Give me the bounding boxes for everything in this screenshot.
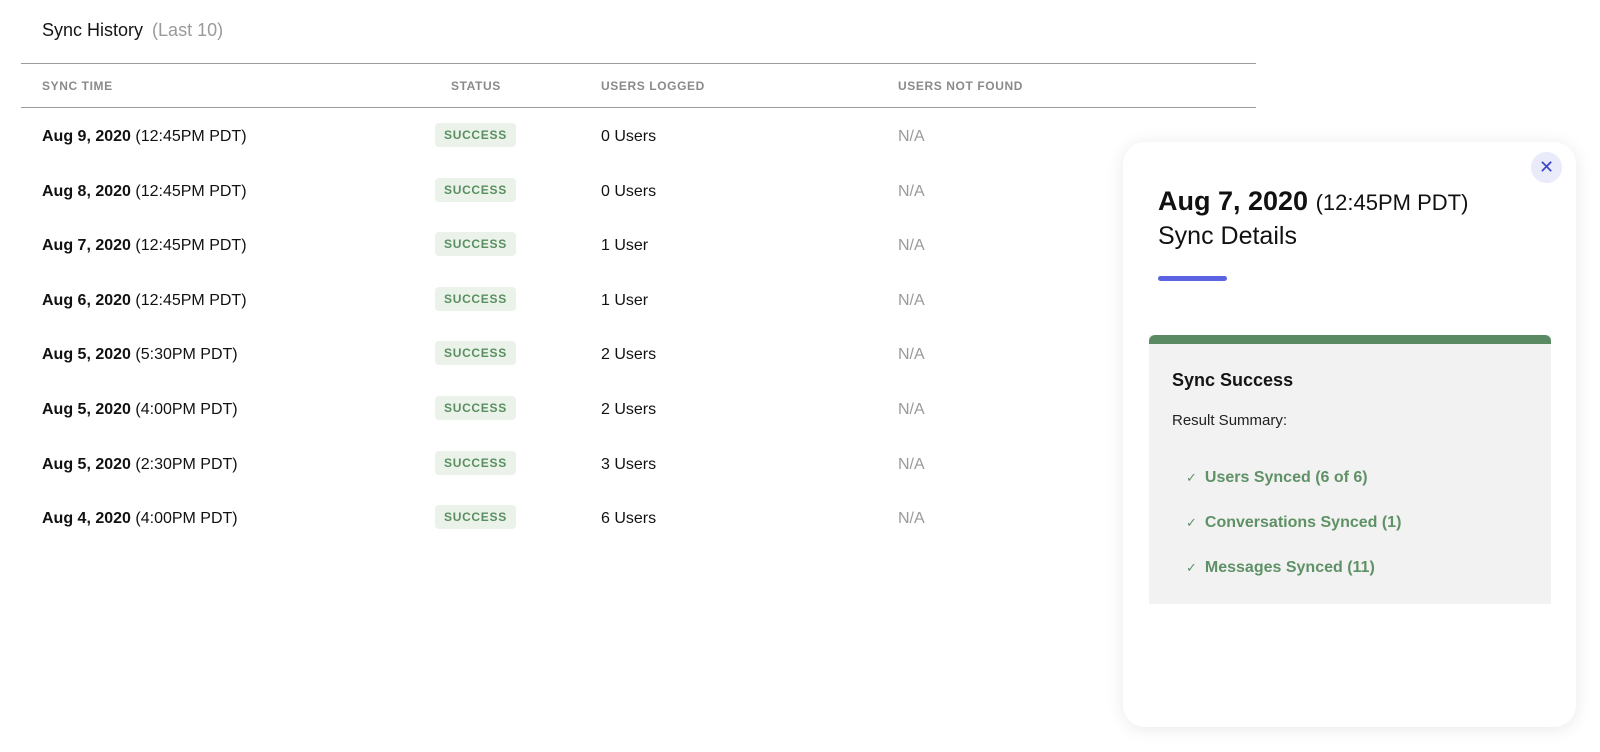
- sync-history-title: Sync History: [42, 20, 144, 40]
- sync-time: (12:45PM PDT): [135, 291, 247, 309]
- accent-underline: [1158, 276, 1227, 281]
- sync-date: Aug 6, 2020: [42, 291, 131, 309]
- sync-time-cell: Aug 5, 2020 (5:30PM PDT): [42, 346, 238, 364]
- sync-result-card: Sync Success Result Summary: ✓ Users Syn…: [1149, 335, 1551, 604]
- panel-time: (12:45PM PDT): [1315, 190, 1469, 215]
- column-header-status[interactable]: STATUS: [451, 79, 501, 93]
- result-item-label: Users Synced (6 of 6): [1204, 468, 1368, 486]
- users-not-found-cell: N/A: [898, 510, 925, 528]
- sync-time: (12:45PM PDT): [135, 182, 247, 200]
- list-item: ✓ Users Synced (6 of 6): [1186, 455, 1401, 500]
- table-row[interactable]: Aug 5, 2020 (5:30PM PDT) SUCCESS 2 Users…: [21, 326, 1256, 381]
- table-header: SYNC TIME STATUS USERS LOGGED USERS NOT …: [21, 63, 1256, 108]
- sync-history-table: SYNC TIME STATUS USERS LOGGED USERS NOT …: [21, 63, 1256, 545]
- status-badge: SUCCESS: [435, 505, 516, 530]
- sync-time-cell: Aug 6, 2020 (12:45PM PDT): [42, 292, 247, 310]
- users-logged-cell: 2 Users: [601, 400, 657, 418]
- sync-details-panel: ✕ Aug 7, 2020 (12:45PM PDT) Sync Details…: [1123, 142, 1576, 727]
- status-badge: SUCCESS: [435, 395, 516, 420]
- status-badge: SUCCESS: [435, 286, 516, 311]
- table-row[interactable]: Aug 5, 2020 (2:30PM PDT) SUCCESS 3 Users…: [21, 436, 1256, 491]
- panel-date: Aug 7, 2020: [1158, 186, 1309, 216]
- result-list: ✓ Users Synced (6 of 6) ✓ Conversations …: [1186, 455, 1401, 590]
- sync-time-cell: Aug 4, 2020 (4:00PM PDT): [42, 510, 238, 528]
- sync-date: Aug 9, 2020: [42, 128, 131, 145]
- users-not-found-cell: N/A: [898, 291, 925, 309]
- sync-history-header: Sync History (Last 10): [42, 20, 223, 41]
- users-logged-cell: 0 Users: [601, 182, 657, 200]
- panel-title: Aug 7, 2020 (12:45PM PDT): [1158, 186, 1468, 217]
- result-title: Sync Success: [1172, 370, 1294, 390]
- users-logged-cell: 6 Users: [601, 510, 657, 528]
- users-logged-cell: 2 Users: [601, 346, 657, 364]
- users-logged-cell: 1 User: [601, 237, 649, 255]
- users-not-found-cell: N/A: [898, 182, 925, 200]
- sync-time-cell: Aug 7, 2020 (12:45PM PDT): [42, 237, 247, 255]
- column-header-sync-time[interactable]: SYNC TIME: [42, 79, 113, 93]
- status-badge: SUCCESS: [435, 177, 516, 202]
- sync-time: (4:00PM PDT): [135, 400, 238, 418]
- column-header-users-logged[interactable]: USERS LOGGED: [601, 79, 705, 93]
- users-not-found-cell: N/A: [898, 455, 925, 473]
- sync-time-cell: Aug 5, 2020 (4:00PM PDT): [42, 401, 238, 419]
- sync-date: Aug 7, 2020: [42, 237, 131, 255]
- table-row[interactable]: Aug 7, 2020 (12:45PM PDT) SUCCESS 1 User…: [21, 217, 1256, 272]
- sync-time: (4:00PM PDT): [135, 510, 238, 528]
- checkmark-icon: ✓: [1186, 469, 1197, 485]
- sync-date: Aug 5, 2020: [42, 400, 131, 418]
- table-row[interactable]: Aug 8, 2020 (12:45PM PDT) SUCCESS 0 User…: [21, 163, 1256, 218]
- table-row[interactable]: Aug 5, 2020 (4:00PM PDT) SUCCESS 2 Users…: [21, 381, 1256, 436]
- users-logged-cell: 0 Users: [601, 128, 657, 145]
- users-logged-cell: 1 User: [601, 291, 649, 309]
- users-not-found-cell: N/A: [898, 400, 925, 418]
- users-not-found-cell: N/A: [898, 237, 925, 255]
- list-item: ✓ Messages Synced (11): [1186, 545, 1401, 590]
- close-button[interactable]: ✕: [1531, 152, 1562, 183]
- status-badge: SUCCESS: [435, 450, 516, 475]
- users-not-found-cell: N/A: [898, 128, 925, 145]
- list-item: ✓ Conversations Synced (1): [1186, 500, 1401, 545]
- status-badge: SUCCESS: [435, 341, 516, 366]
- status-badge: SUCCESS: [435, 232, 516, 257]
- users-logged-cell: 3 Users: [601, 455, 657, 473]
- sync-time: (5:30PM PDT): [135, 346, 238, 364]
- checkmark-icon: ✓: [1186, 514, 1197, 530]
- sync-date: Aug 8, 2020: [42, 182, 131, 200]
- close-icon[interactable]: ✕: [1539, 157, 1554, 177]
- sync-time-cell: Aug 5, 2020 (2:30PM PDT): [42, 456, 238, 474]
- sync-date: Aug 4, 2020: [42, 510, 131, 528]
- table-row[interactable]: Aug 9, 2020 (12:45PM PDT) SUCCESS 0 User…: [21, 108, 1256, 163]
- table-row[interactable]: Aug 4, 2020 (4:00PM PDT) SUCCESS 6 Users…: [21, 490, 1256, 545]
- sync-time-cell: Aug 8, 2020 (12:45PM PDT): [42, 183, 247, 201]
- column-header-users-not-found[interactable]: USERS NOT FOUND: [898, 79, 1023, 93]
- sync-time: (12:45PM PDT): [135, 237, 247, 255]
- success-status-bar: [1149, 335, 1551, 344]
- sync-time: (2:30PM PDT): [135, 455, 238, 473]
- table-row[interactable]: Aug 6, 2020 (12:45PM PDT) SUCCESS 1 User…: [21, 272, 1256, 327]
- sync-time-cell: Aug 9, 2020 (12:45PM PDT): [42, 128, 247, 146]
- panel-subtitle: Sync Details: [1158, 222, 1297, 250]
- status-badge: SUCCESS: [435, 123, 516, 147]
- sync-history-subtitle: (Last 10): [152, 20, 224, 40]
- users-not-found-cell: N/A: [898, 346, 925, 364]
- result-item-label: Messages Synced (11): [1204, 558, 1375, 576]
- sync-time: (12:45PM PDT): [135, 128, 247, 145]
- result-summary-label: Result Summary:: [1172, 412, 1288, 429]
- sync-date: Aug 5, 2020: [42, 455, 131, 473]
- sync-date: Aug 5, 2020: [42, 346, 131, 364]
- checkmark-icon: ✓: [1186, 559, 1197, 575]
- result-item-label: Conversations Synced (1): [1204, 513, 1402, 531]
